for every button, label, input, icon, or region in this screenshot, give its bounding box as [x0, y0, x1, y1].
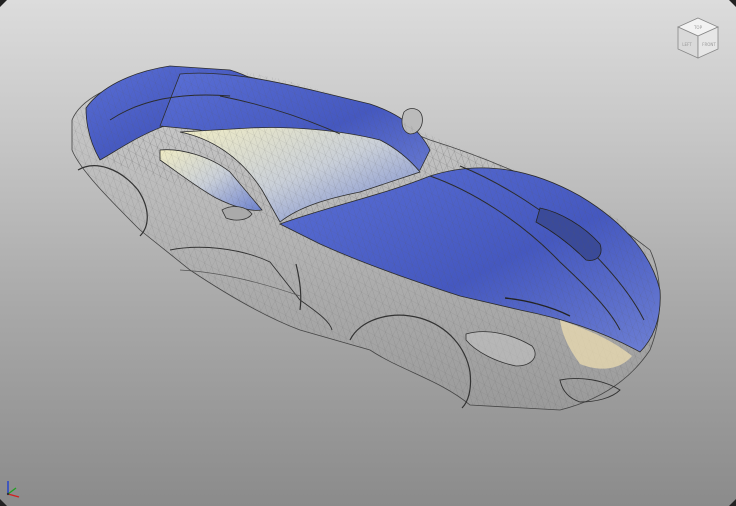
3d-viewport[interactable]: TOP LEFT FRONT [0, 0, 736, 506]
viewcube-left-label[interactable]: LEFT [682, 42, 692, 47]
corner-marker-top-right [729, 0, 736, 7]
viewcube-front-label[interactable]: FRONT [702, 42, 716, 47]
corner-marker-top-left [0, 0, 7, 7]
viewcube-top-label[interactable]: TOP [693, 25, 703, 30]
viewcube-icon[interactable]: TOP LEFT FRONT [674, 14, 722, 62]
axis-triad-icon [6, 481, 20, 498]
corner-marker-bottom-right [729, 499, 736, 506]
car-body-model[interactable] [0, 0, 736, 506]
corner-marker-bottom-left [0, 499, 7, 506]
